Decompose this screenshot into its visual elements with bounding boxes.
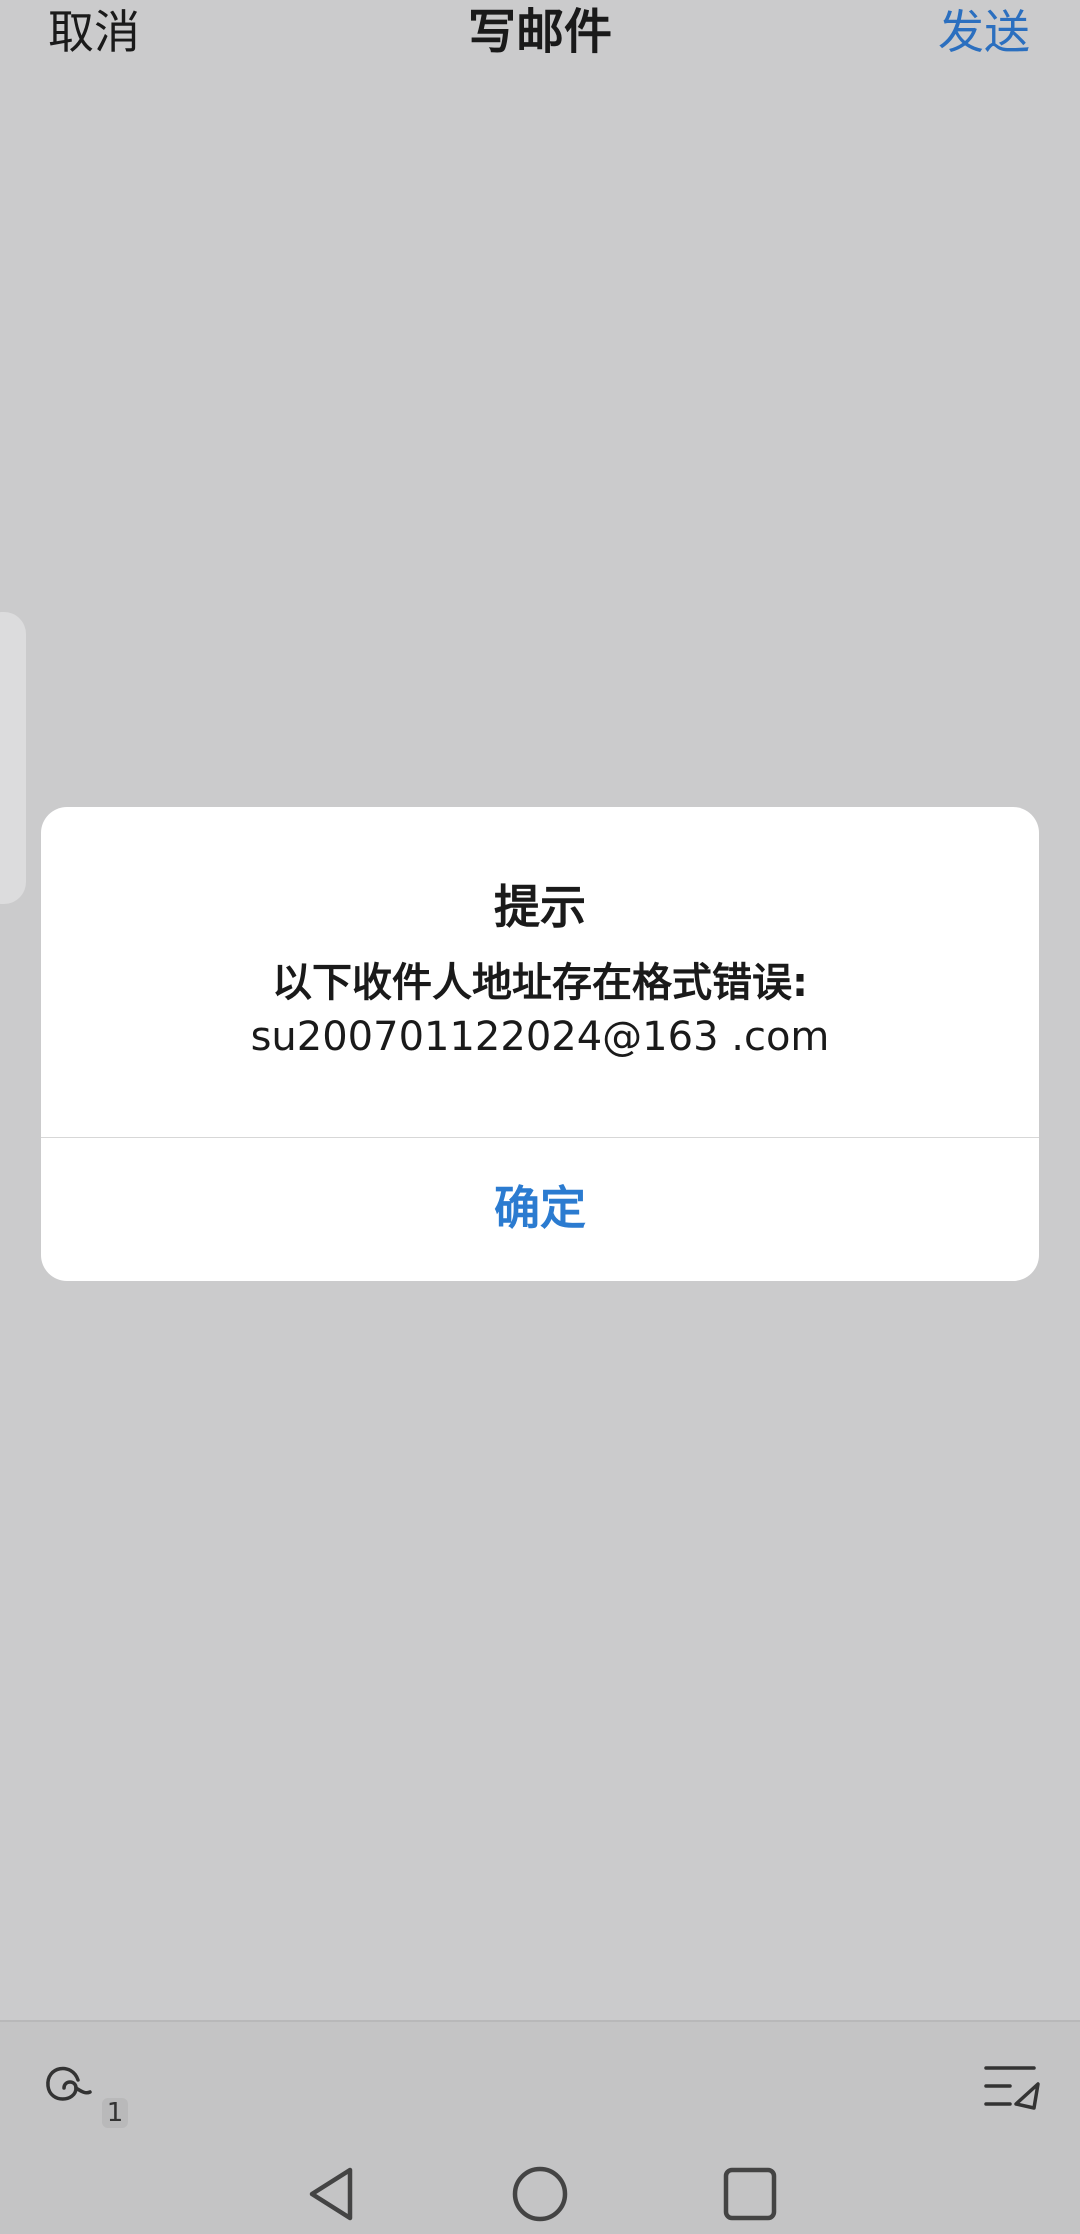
side-drawer-handle[interactable] (0, 612, 26, 904)
system-nav-bar (0, 2154, 1080, 2234)
alert-dialog: 提示 以下收件人地址存在格式错误: su200701122024@163 .co… (41, 807, 1039, 1281)
nav-home-button[interactable] (508, 2162, 572, 2226)
compose-options-button[interactable] (980, 2060, 1044, 2116)
home-circle-icon (512, 2166, 568, 2222)
signature-button[interactable]: 1 (42, 2058, 132, 2128)
compose-header: 取消 写邮件 发送 (0, 0, 1080, 70)
signature-count-badge: 1 (102, 2098, 128, 2128)
recents-square-icon (723, 2167, 777, 2221)
confirm-button[interactable]: 确定 (41, 1138, 1039, 1281)
dialog-message: 以下收件人地址存在格式错误: (272, 960, 808, 1006)
nav-back-button[interactable] (300, 2162, 364, 2226)
back-triangle-icon (309, 2167, 353, 2221)
page-title: 写邮件 (467, 4, 612, 60)
dialog-title: 提示 (494, 880, 586, 934)
invalid-address: su200701122024@163 .com (250, 1014, 830, 1060)
screen: 取消 写邮件 发送 提示 以下收件人地址存在格式错误: su2007011220… (0, 0, 1080, 2234)
compose-list-send-icon (984, 2066, 1040, 2110)
nav-recents-button[interactable] (718, 2162, 782, 2226)
send-button[interactable]: 发送 (938, 2, 1030, 62)
bottom-toolbar: 1 (0, 2020, 1080, 2156)
